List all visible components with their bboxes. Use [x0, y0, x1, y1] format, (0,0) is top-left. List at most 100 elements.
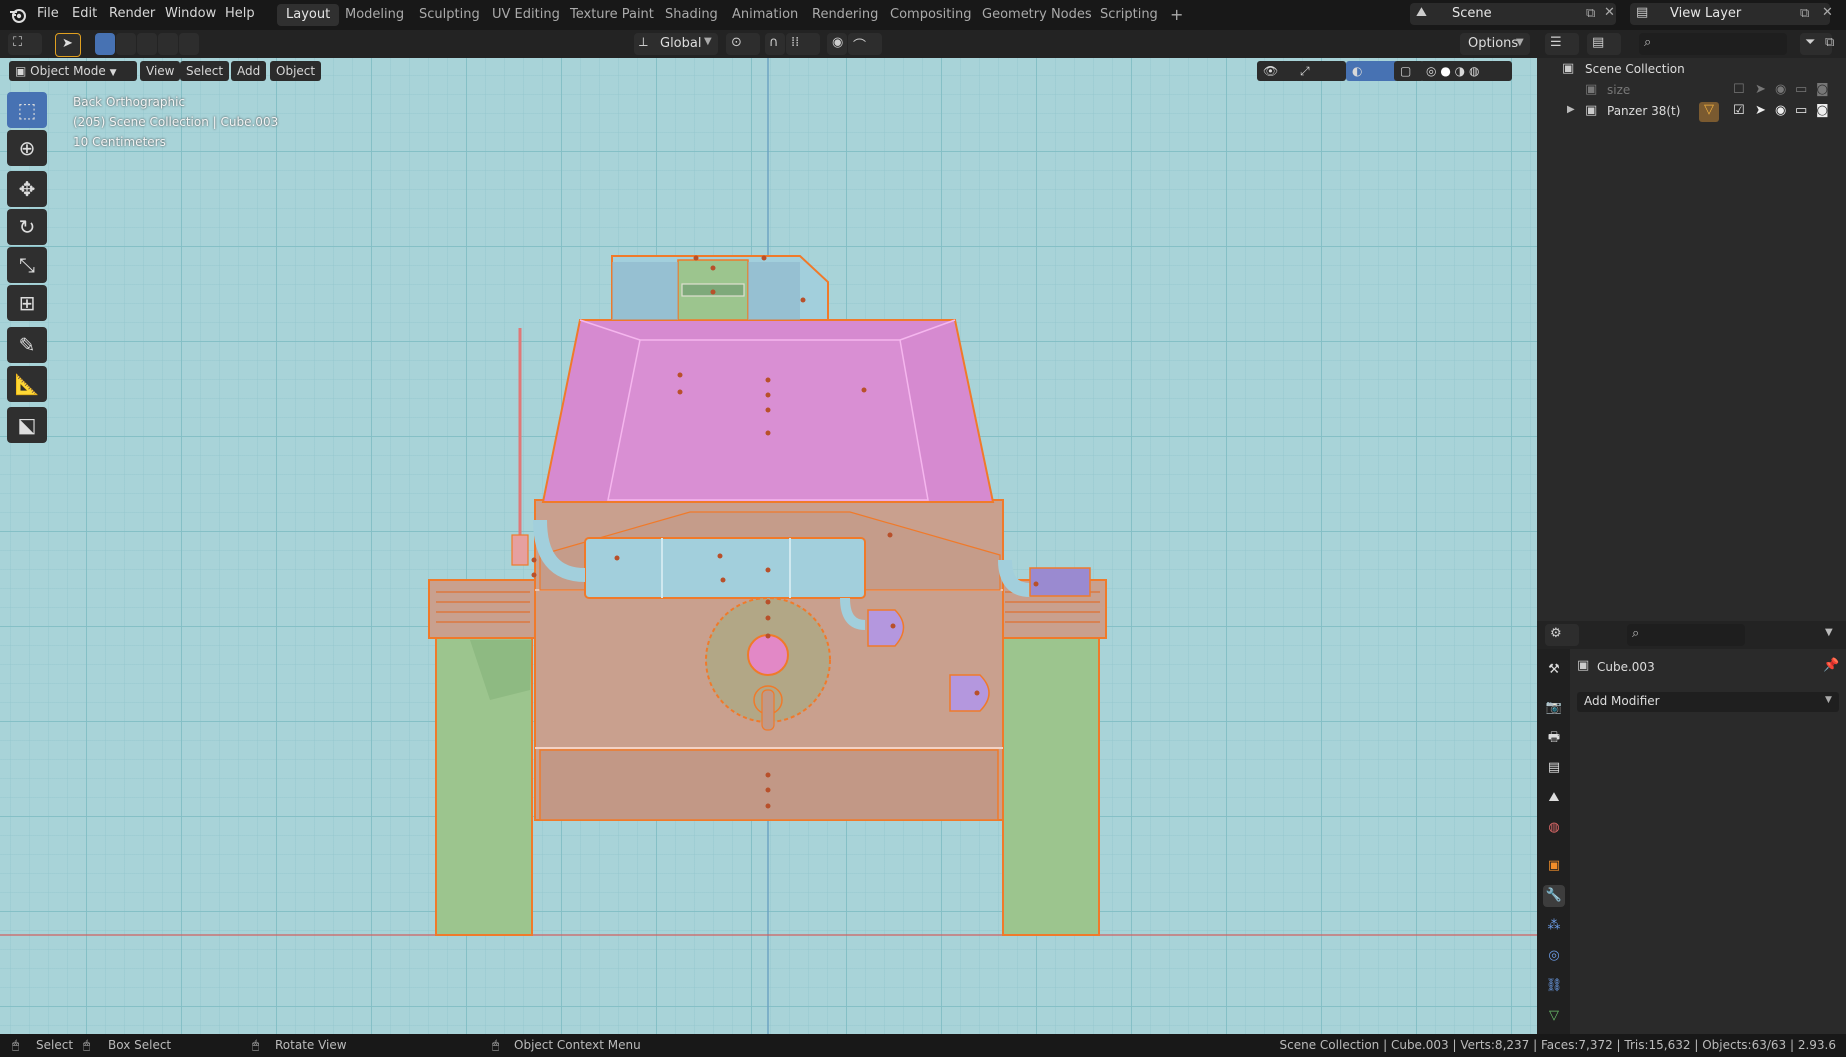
- add-modifier-dropdown[interactable]: Add Modifier ▼: [1577, 692, 1839, 712]
- outliner-editor-type[interactable]: ☰: [1545, 33, 1579, 55]
- output-tab-icon[interactable]: 🖶: [1543, 727, 1565, 749]
- tab-geometry-nodes[interactable]: Geometry Nodes: [973, 4, 1101, 26]
- pivot-point-dropdown[interactable]: ⊙: [726, 33, 760, 55]
- select-arrow-icon[interactable]: ➤: [1755, 82, 1766, 97]
- proportional-edit-toggle[interactable]: ◉: [827, 33, 847, 55]
- tab-scripting[interactable]: Scripting: [1091, 4, 1167, 26]
- select-mode-new-button[interactable]: [95, 33, 115, 55]
- new-scene-icon[interactable]: ⧉: [1586, 6, 1595, 21]
- outliner-header: ☰ ▤ ⌕ ⏷ ⧉: [1537, 30, 1846, 58]
- collection-icon: ▣: [1585, 103, 1598, 118]
- object-tab-icon[interactable]: ▣: [1543, 855, 1565, 877]
- tool-tab-icon[interactable]: ⚒: [1543, 659, 1565, 681]
- eye-icon[interactable]: ◉: [1775, 103, 1786, 118]
- tweak-tool-button[interactable]: ➤: [55, 33, 81, 57]
- world-tab-icon[interactable]: ◍: [1543, 817, 1565, 839]
- exclude-checkbox[interactable]: ☐: [1733, 82, 1745, 97]
- grid-snap-icon: ⁞⁞: [791, 35, 800, 50]
- monitor-icon[interactable]: ▭: [1795, 82, 1807, 97]
- falloff-dropdown[interactable]: ⌒: [848, 33, 882, 55]
- eye-icon[interactable]: ◉: [1775, 82, 1786, 97]
- add-workspace-button[interactable]: +: [1161, 4, 1192, 26]
- add-modifier-label: Add Modifier: [1584, 694, 1660, 708]
- scene-tab-icon[interactable]: ⛰: [1543, 787, 1565, 809]
- select-mode-subtract-button[interactable]: [137, 33, 157, 55]
- chevron-down-icon[interactable]: ▼: [1825, 627, 1833, 638]
- blender-logo-icon[interactable]: [9, 6, 27, 24]
- constraints-tab-icon[interactable]: ⛓: [1543, 975, 1565, 997]
- properties-panel: ▣ Cube.003 📌 Add Modifier ▼: [1537, 649, 1846, 1034]
- object-filter-icon[interactable]: ▽: [1699, 102, 1719, 122]
- magnet-icon: ∩: [769, 35, 779, 50]
- options-dropdown[interactable]: Options ▼: [1460, 33, 1530, 55]
- camera-icon[interactable]: ◙: [1816, 82, 1829, 97]
- chevron-down-icon: ▼: [1825, 695, 1832, 705]
- display-mode-dropdown[interactable]: ▤: [1587, 33, 1621, 55]
- pin-icon[interactable]: 📌: [1823, 658, 1839, 673]
- physics-tab-icon[interactable]: ◎: [1543, 945, 1565, 967]
- scene-icon: ⛰: [1416, 5, 1427, 20]
- falloff-curve-icon: ⌒: [853, 39, 867, 54]
- 3d-viewport[interactable]: ▣ Object Mode ▼ View Select Add Object 👁…: [0, 58, 1537, 1034]
- outliner-panel: ▣ Scene Collection ▣ size ☐ ➤ ◉ ▭ ◙ ▶ ▣ …: [1537, 58, 1846, 621]
- properties-search-input[interactable]: ⌕: [1627, 624, 1745, 646]
- outliner-row-size[interactable]: ▣ size ☐ ➤ ◉ ▭ ◙: [1537, 81, 1846, 101]
- monitor-icon[interactable]: ▭: [1795, 103, 1807, 118]
- select-mode-intersect-button[interactable]: [179, 33, 199, 55]
- outliner-row-scene-collection[interactable]: ▣ Scene Collection: [1537, 60, 1846, 80]
- tab-animation[interactable]: Animation: [723, 4, 807, 26]
- menu-render[interactable]: Render: [109, 6, 155, 21]
- object-name-label: Cube.003: [1597, 660, 1655, 674]
- select-arrow-icon[interactable]: ➤: [1755, 103, 1766, 118]
- select-mode-extend-button[interactable]: [116, 33, 136, 55]
- snap-target-dropdown[interactable]: ⁞⁞: [786, 33, 820, 55]
- tab-sculpting[interactable]: Sculpting: [410, 4, 489, 26]
- menu-help[interactable]: Help: [225, 6, 255, 21]
- status-box-select-label: Box Select: [108, 1038, 172, 1052]
- right-track: [1002, 634, 1100, 936]
- tab-layout[interactable]: Layout: [277, 4, 340, 26]
- delete-view-layer-icon[interactable]: ✕: [1822, 5, 1833, 20]
- camera-icon[interactable]: ◙: [1816, 103, 1829, 118]
- menu-edit[interactable]: Edit: [72, 6, 97, 21]
- view-layer-tab-icon[interactable]: ▤: [1543, 757, 1565, 779]
- pivot-icon: ⊙: [731, 35, 742, 50]
- modifier-tab-icon[interactable]: 🔧: [1543, 885, 1565, 907]
- editor-type-button[interactable]: ⛶: [8, 33, 42, 55]
- menu-file[interactable]: File: [37, 6, 59, 21]
- proportional-edit-icon: ◉: [832, 35, 844, 50]
- mouse-middle-icon: 🖱: [252, 1038, 260, 1052]
- properties-editor-type[interactable]: ⚙: [1545, 624, 1579, 646]
- chevron-down-icon: ▼: [1516, 37, 1524, 48]
- snap-toggle[interactable]: ∩: [765, 33, 785, 55]
- new-collection-icon[interactable]: ⧉: [1825, 35, 1834, 50]
- size-collection-label: size: [1607, 83, 1631, 97]
- collection-icon: ▣: [1585, 82, 1598, 97]
- collection-icon: ▣: [1562, 61, 1575, 76]
- outliner-search-input[interactable]: ⌕: [1639, 33, 1787, 55]
- new-view-layer-icon[interactable]: ⧉: [1800, 6, 1809, 21]
- menu-window[interactable]: Window: [165, 6, 216, 21]
- status-select-label: Select: [36, 1038, 74, 1052]
- mouse-right-icon: 🖱: [492, 1038, 500, 1052]
- delete-scene-icon[interactable]: ✕: [1604, 5, 1615, 20]
- mouse-left-drag-icon: 🖱: [83, 1038, 91, 1052]
- outliner-row-panzer[interactable]: ▶ ▣ Panzer 38(t) ▽ ☑ ➤ ◉ ▭ ◙: [1537, 102, 1846, 122]
- outliner-icon: ☰: [1550, 35, 1562, 50]
- tab-uv-editing[interactable]: UV Editing: [483, 4, 569, 26]
- render-tab-icon[interactable]: 📷: [1543, 697, 1565, 719]
- select-mode-invert-button[interactable]: [158, 33, 178, 55]
- expand-arrow-icon[interactable]: ▶: [1567, 104, 1575, 115]
- transform-orientation-dropdown[interactable]: ⟂ Global ▼: [634, 33, 718, 55]
- viewport-header: ⛶ ➤ ⟂ Global ▼ ⊙ ∩ ⁞⁞ ◉ ⌒ Options ▼: [0, 30, 1537, 58]
- data-tab-icon[interactable]: ▽: [1543, 1005, 1565, 1027]
- particles-tab-icon[interactable]: ⁂: [1543, 915, 1565, 937]
- tab-shading[interactable]: Shading: [656, 4, 727, 26]
- tab-rendering[interactable]: Rendering: [803, 4, 887, 26]
- scene-stats-label: Scene Collection | Cube.003 | Verts:8,23…: [1279, 1038, 1836, 1052]
- tab-texture-paint[interactable]: Texture Paint: [561, 4, 663, 26]
- tab-modeling[interactable]: Modeling: [336, 4, 413, 26]
- exclude-checkbox[interactable]: ☑: [1733, 103, 1745, 118]
- tab-compositing[interactable]: Compositing: [881, 4, 981, 26]
- options-label: Options: [1468, 36, 1519, 51]
